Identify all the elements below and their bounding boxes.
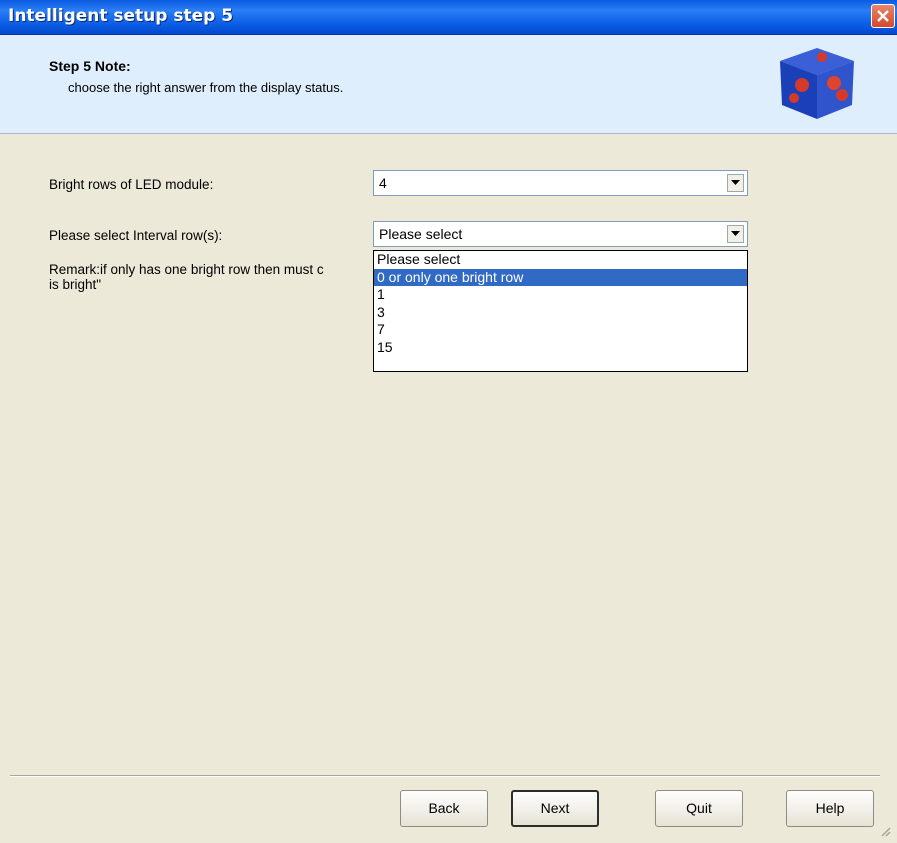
title-bar[interactable]: Intelligent setup step 5 <box>0 0 897 35</box>
back-button[interactable]: Back <box>400 790 488 827</box>
interval-rows-value: Please select <box>379 226 463 242</box>
window-title: Intelligent setup step 5 <box>8 6 234 26</box>
resize-grip-icon[interactable] <box>879 825 891 837</box>
remark-text: Remark:if only has one bright row then m… <box>49 262 369 292</box>
step-heading: Step 5 Note: <box>49 58 131 74</box>
interval-rows-select[interactable]: Please select <box>373 221 748 247</box>
cube-logo-icon <box>780 48 854 119</box>
close-button[interactable] <box>871 4 895 28</box>
remark-line-1: Remark:if only has one bright row then m… <box>49 262 324 277</box>
dropdown-option[interactable]: 3 <box>374 304 747 322</box>
setup-dialog: Intelligent setup step 5 Step 5 Note: ch… <box>0 0 897 843</box>
remark-line-2: is bright" <box>49 277 102 292</box>
bright-rows-value: 4 <box>379 175 387 191</box>
bright-rows-label: Bright rows of LED module: <box>49 177 214 192</box>
dropdown-option[interactable]: 1 <box>374 286 747 304</box>
bright-rows-select[interactable]: 4 <box>373 170 748 196</box>
dropdown-option[interactable]: 15 <box>374 339 747 357</box>
chevron-down-icon[interactable] <box>727 174 744 192</box>
step-header: Step 5 Note: choose the right answer fro… <box>0 35 897 134</box>
help-button[interactable]: Help <box>786 790 874 827</box>
interval-rows-dropdown-list[interactable]: Please select 0 or only one bright row 1… <box>373 250 748 372</box>
chevron-down-icon[interactable] <box>727 225 744 243</box>
dropdown-option[interactable]: Please select <box>374 251 747 269</box>
step-description: choose the right answer from the display… <box>68 80 344 95</box>
interval-rows-label: Please select Interval row(s): <box>49 228 223 243</box>
close-icon <box>877 10 889 22</box>
footer-divider <box>10 775 880 777</box>
quit-button[interactable]: Quit <box>655 790 743 827</box>
next-button[interactable]: Next <box>511 790 599 827</box>
dropdown-option-highlighted[interactable]: 0 or only one bright row <box>374 268 747 286</box>
dropdown-option[interactable]: 7 <box>374 321 747 339</box>
